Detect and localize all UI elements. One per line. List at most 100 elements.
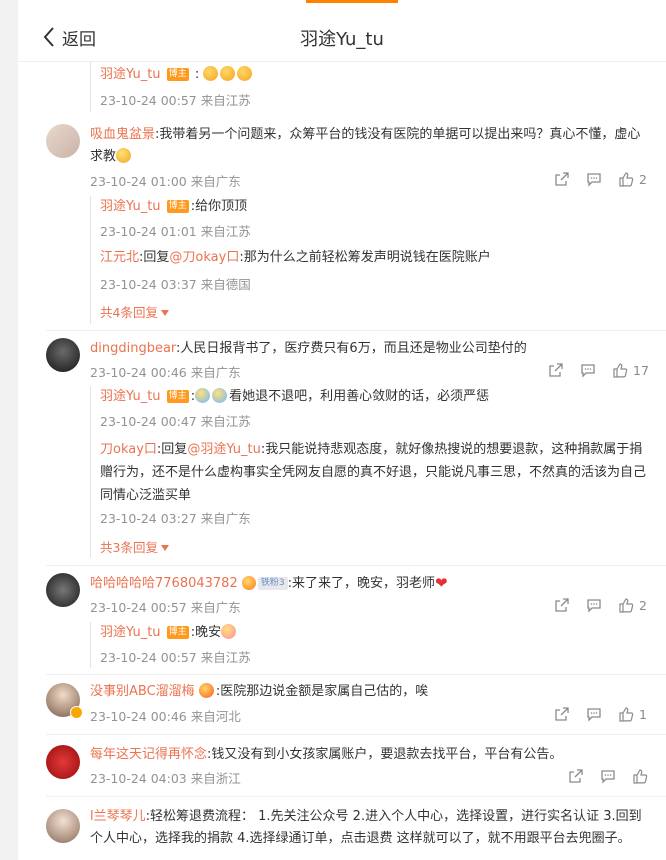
share-button[interactable] <box>554 597 570 613</box>
title-accent-bar <box>306 0 398 3</box>
reply-meta: 23-10-24 00:57 来自江苏 <box>100 93 251 108</box>
avatar[interactable] <box>46 573 80 607</box>
blogger-badge: 博主 <box>166 200 189 213</box>
reply-meta: 23-10-24 01:01 来自江苏 <box>100 224 251 239</box>
comment-text: 吸血鬼盆景:我带着另一个问题来，众筹平台的钱没有医院的单据可以提出来吗？真心不懂… <box>90 124 650 168</box>
reply-author-name[interactable]: 羽途Yu_tu <box>100 67 161 82</box>
thumbs-up-icon <box>619 707 634 722</box>
reply-item: 羽途Yu_tu 博主:给你顶顶 <box>100 196 247 218</box>
reply-author-name[interactable]: 刀okay口 <box>100 442 157 457</box>
share-button[interactable] <box>548 362 564 378</box>
avatar[interactable] <box>46 338 80 372</box>
like-button[interactable]: 2 <box>618 171 647 187</box>
reply-thread-line <box>90 622 91 668</box>
reply-meta: 23-10-24 00:47 来自江苏 <box>100 414 251 429</box>
comment-body: :我带着另一个问题来，众筹平台的钱没有医院的单据可以提出来吗？真心不懂，虚心求教 <box>90 127 641 164</box>
share-icon <box>549 363 563 377</box>
blogger-badge: 博主 <box>166 390 189 403</box>
comment-text: 没事别ABC溜溜梅 :医院那边说金额是家属自己估的，唉 <box>90 681 428 703</box>
comment-button[interactable] <box>586 706 602 722</box>
reply-author-name[interactable]: 羽途Yu_tu <box>100 199 161 214</box>
smile-emoji-icon <box>221 624 237 639</box>
like-button[interactable]: 17 <box>612 362 649 378</box>
comment-icon <box>601 770 615 784</box>
more-replies-label: 共4条回复 <box>100 305 158 320</box>
comment-icon <box>587 599 601 613</box>
share-icon <box>555 172 569 186</box>
comment-button[interactable] <box>586 597 602 613</box>
like-count: 2 <box>639 597 647 613</box>
reply-author-name[interactable]: 羽途Yu_tu <box>100 625 161 640</box>
thumbs-up-icon <box>613 363 628 378</box>
share-button[interactable] <box>554 706 570 722</box>
comment-button[interactable] <box>586 171 602 187</box>
mention-link[interactable]: @羽途Yu_tu <box>187 442 261 457</box>
reply-meta: 23-10-24 03:27 来自广东 <box>100 511 251 526</box>
like-button[interactable] <box>632 768 648 784</box>
comment-meta: 23-10-24 04:03 来自浙江 <box>90 771 241 786</box>
comment-author-name[interactable]: 吸血鬼盆景 <box>90 127 155 142</box>
comment-author-name[interactable]: 每年这天记得再怀念 <box>90 747 207 762</box>
fan-level-icon <box>241 576 256 590</box>
reply-thread-line <box>90 386 91 558</box>
more-replies-link[interactable]: 共4条回复 <box>100 302 169 321</box>
blogger-badge: 博主 <box>166 68 189 81</box>
comment-meta: 23-10-24 00:46 来自广东 <box>90 365 241 380</box>
comment-text: 哈哈哈哈哈7768043782 铁粉3:来了来了，晚安，羽老师❤ <box>90 572 448 595</box>
comment-body: :来了来了，晚安，羽老师 <box>287 576 435 591</box>
reply-item: 羽途Yu_tu 博主: 看她退不退吧，利用善心敛财的话，必须严惩 <box>100 388 490 404</box>
comment-divider <box>46 734 666 735</box>
reply-prefix: :回复 <box>139 250 170 265</box>
like-button[interactable]: 2 <box>618 597 647 613</box>
surprised-emoji-icon <box>220 66 236 81</box>
reply-prefix: :回复 <box>156 442 188 457</box>
comment-author-name[interactable]: 没事别ABC溜溜梅 <box>90 684 195 699</box>
reply-thread-line <box>90 196 91 324</box>
comment-text: l兰琴琴儿:轻松筹退费流程： 1.先关注公众号 2.进入个人中心，选择设置，进行… <box>90 806 650 850</box>
chevron-down-icon <box>160 545 169 551</box>
reply-author-name[interactable]: 羽途Yu_tu <box>100 389 161 404</box>
comment-author-name[interactable]: dingdingbear <box>90 341 176 356</box>
reply-item: 羽途Yu_tu 博主:晚安 <box>100 622 238 644</box>
comment-divider <box>46 330 666 331</box>
mention-link[interactable]: @刀okay口 <box>169 250 239 265</box>
share-icon <box>555 598 569 612</box>
share-icon <box>569 769 583 783</box>
like-count: 2 <box>639 171 647 187</box>
comment-meta: 23-10-24 01:00 来自广东 <box>90 174 241 189</box>
surprised-emoji-icon <box>203 66 219 81</box>
page-title: 羽途Yu_tu <box>300 29 384 50</box>
comment-button[interactable] <box>580 362 596 378</box>
shocked-emoji-icon <box>195 388 211 403</box>
comment-author-name[interactable]: l兰琴琴儿 <box>90 809 146 824</box>
header-divider <box>18 61 666 62</box>
like-button[interactable]: 1 <box>618 706 647 722</box>
like-count: 1 <box>639 706 647 722</box>
reply-thread-line <box>90 62 91 112</box>
avatar[interactable] <box>46 124 80 158</box>
comment-icon <box>581 364 595 378</box>
top-bar: 返回 羽途Yu_tu <box>18 0 666 72</box>
comment-author-name[interactable]: 哈哈哈哈哈7768043782 <box>90 576 238 591</box>
comment-meta: 23-10-24 00:46 来自河北 <box>90 709 241 724</box>
reply-item: 江元北:回复@刀okay口:那为什么之前轻松筹发声明说钱在医院账户 <box>100 247 491 269</box>
comment-icon <box>587 173 601 187</box>
comment-body: :轻松筹退费流程： 1.先关注公众号 2.进入个人中心，选择设置，进行实名认证 … <box>90 809 642 846</box>
comment-text: 每年这天记得再怀念:钱又没有到小女孩家属账户，要退款去找平台，平台有公告。 <box>90 744 562 766</box>
share-button[interactable] <box>568 768 584 784</box>
avatar[interactable] <box>46 745 80 779</box>
comment-divider <box>46 565 666 566</box>
share-button[interactable] <box>554 171 570 187</box>
surprised-emoji-icon <box>237 66 253 81</box>
like-count: 17 <box>633 362 649 378</box>
thumbs-up-icon <box>633 769 648 784</box>
more-replies-link[interactable]: 共3条回复 <box>100 537 169 556</box>
verified-icon <box>70 706 83 719</box>
comment-body: :钱又没有到小女孩家属账户，要退款去找平台，平台有公告。 <box>207 747 563 762</box>
avatar[interactable] <box>46 809 80 843</box>
reply-body: 看她退不退吧，利用善心敛财的话，必须严惩 <box>229 389 490 404</box>
comment-panel: 返回 羽途Yu_tu 羽途Yu_tu 博主 : 23-10-24 00:57 来… <box>18 0 666 860</box>
reply-author-name[interactable]: 江元北 <box>100 250 139 265</box>
comment-divider <box>46 796 666 797</box>
comment-button[interactable] <box>600 768 616 784</box>
